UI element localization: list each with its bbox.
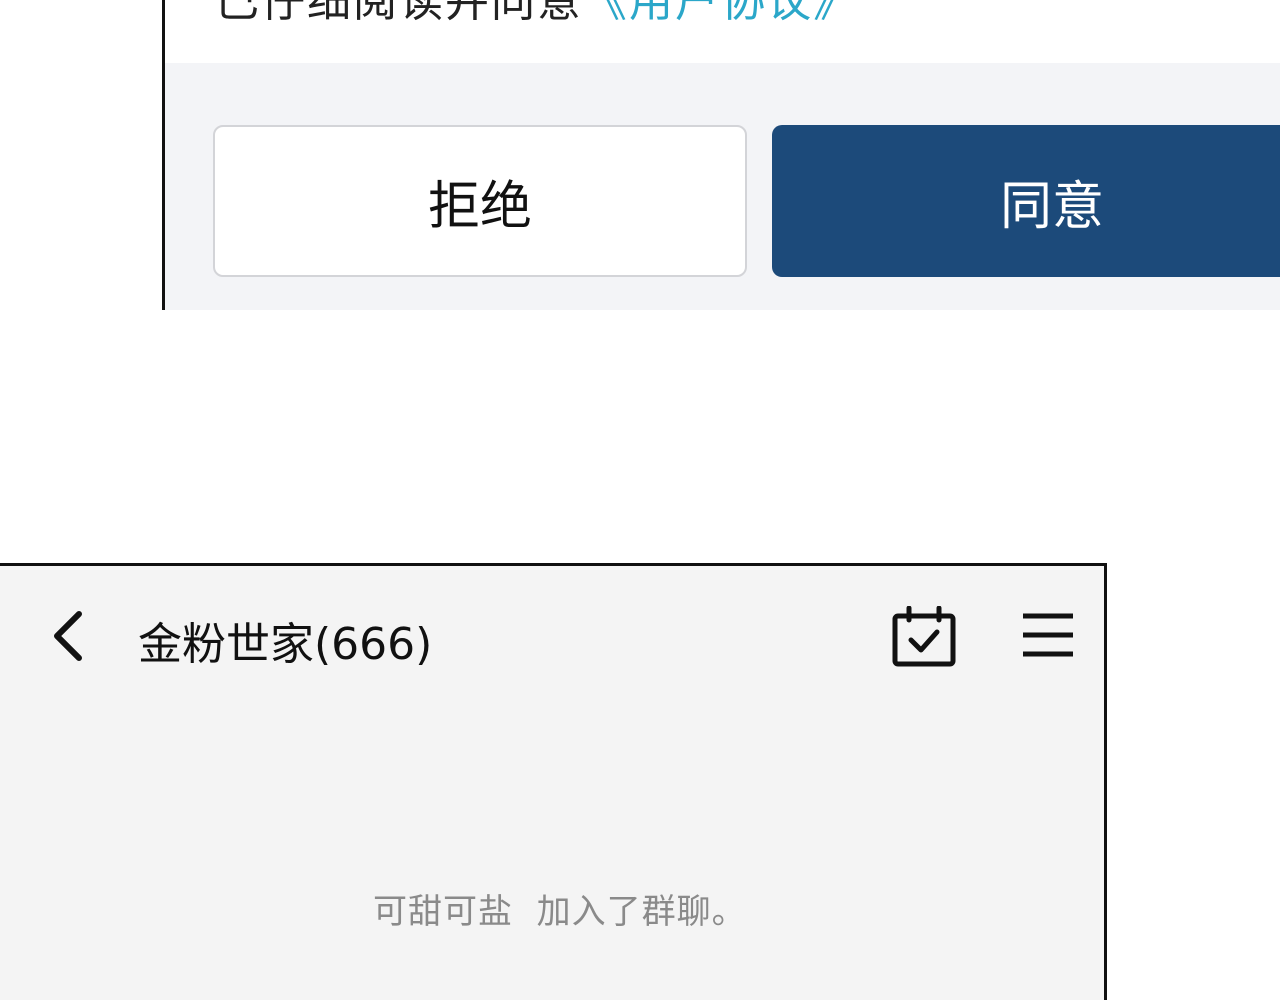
dialog-agreement-text: 已仔细阅读并同意《用户协议》 <box>215 0 859 29</box>
agree-button-label: 同意 <box>999 176 1104 237</box>
agreement-link[interactable]: 《用户协议》 <box>583 0 859 27</box>
reject-button-label: 拒绝 <box>427 176 532 237</box>
chat-title: 金粉世家(666) <box>138 619 433 670</box>
comic-canvas: 已仔细阅读并同意《用户协议》 拒绝 同意 金粉世家(666) 可甜可盐 加入了群… <box>0 0 1280 1000</box>
dialog-button-bar: 拒绝 同意 <box>165 63 1280 310</box>
chevron-left-icon[interactable] <box>45 606 95 666</box>
consent-dialog: 已仔细阅读并同意《用户协议》 拒绝 同意 <box>162 0 1280 310</box>
hamburger-menu-icon[interactable] <box>1021 610 1075 660</box>
chat-header: 金粉世家(666) <box>0 566 1104 706</box>
group-chat-window: 金粉世家(666) 可甜可盐 加入了群聊。 <box>0 563 1107 1000</box>
system-join-message: 可甜可盐 加入了群聊。 <box>373 892 747 932</box>
agreement-text: 已仔细阅读并同意 <box>215 0 583 27</box>
agree-button[interactable]: 同意 <box>772 125 1280 277</box>
reject-button[interactable]: 拒绝 <box>213 125 747 277</box>
calendar-check-icon[interactable] <box>891 606 957 668</box>
